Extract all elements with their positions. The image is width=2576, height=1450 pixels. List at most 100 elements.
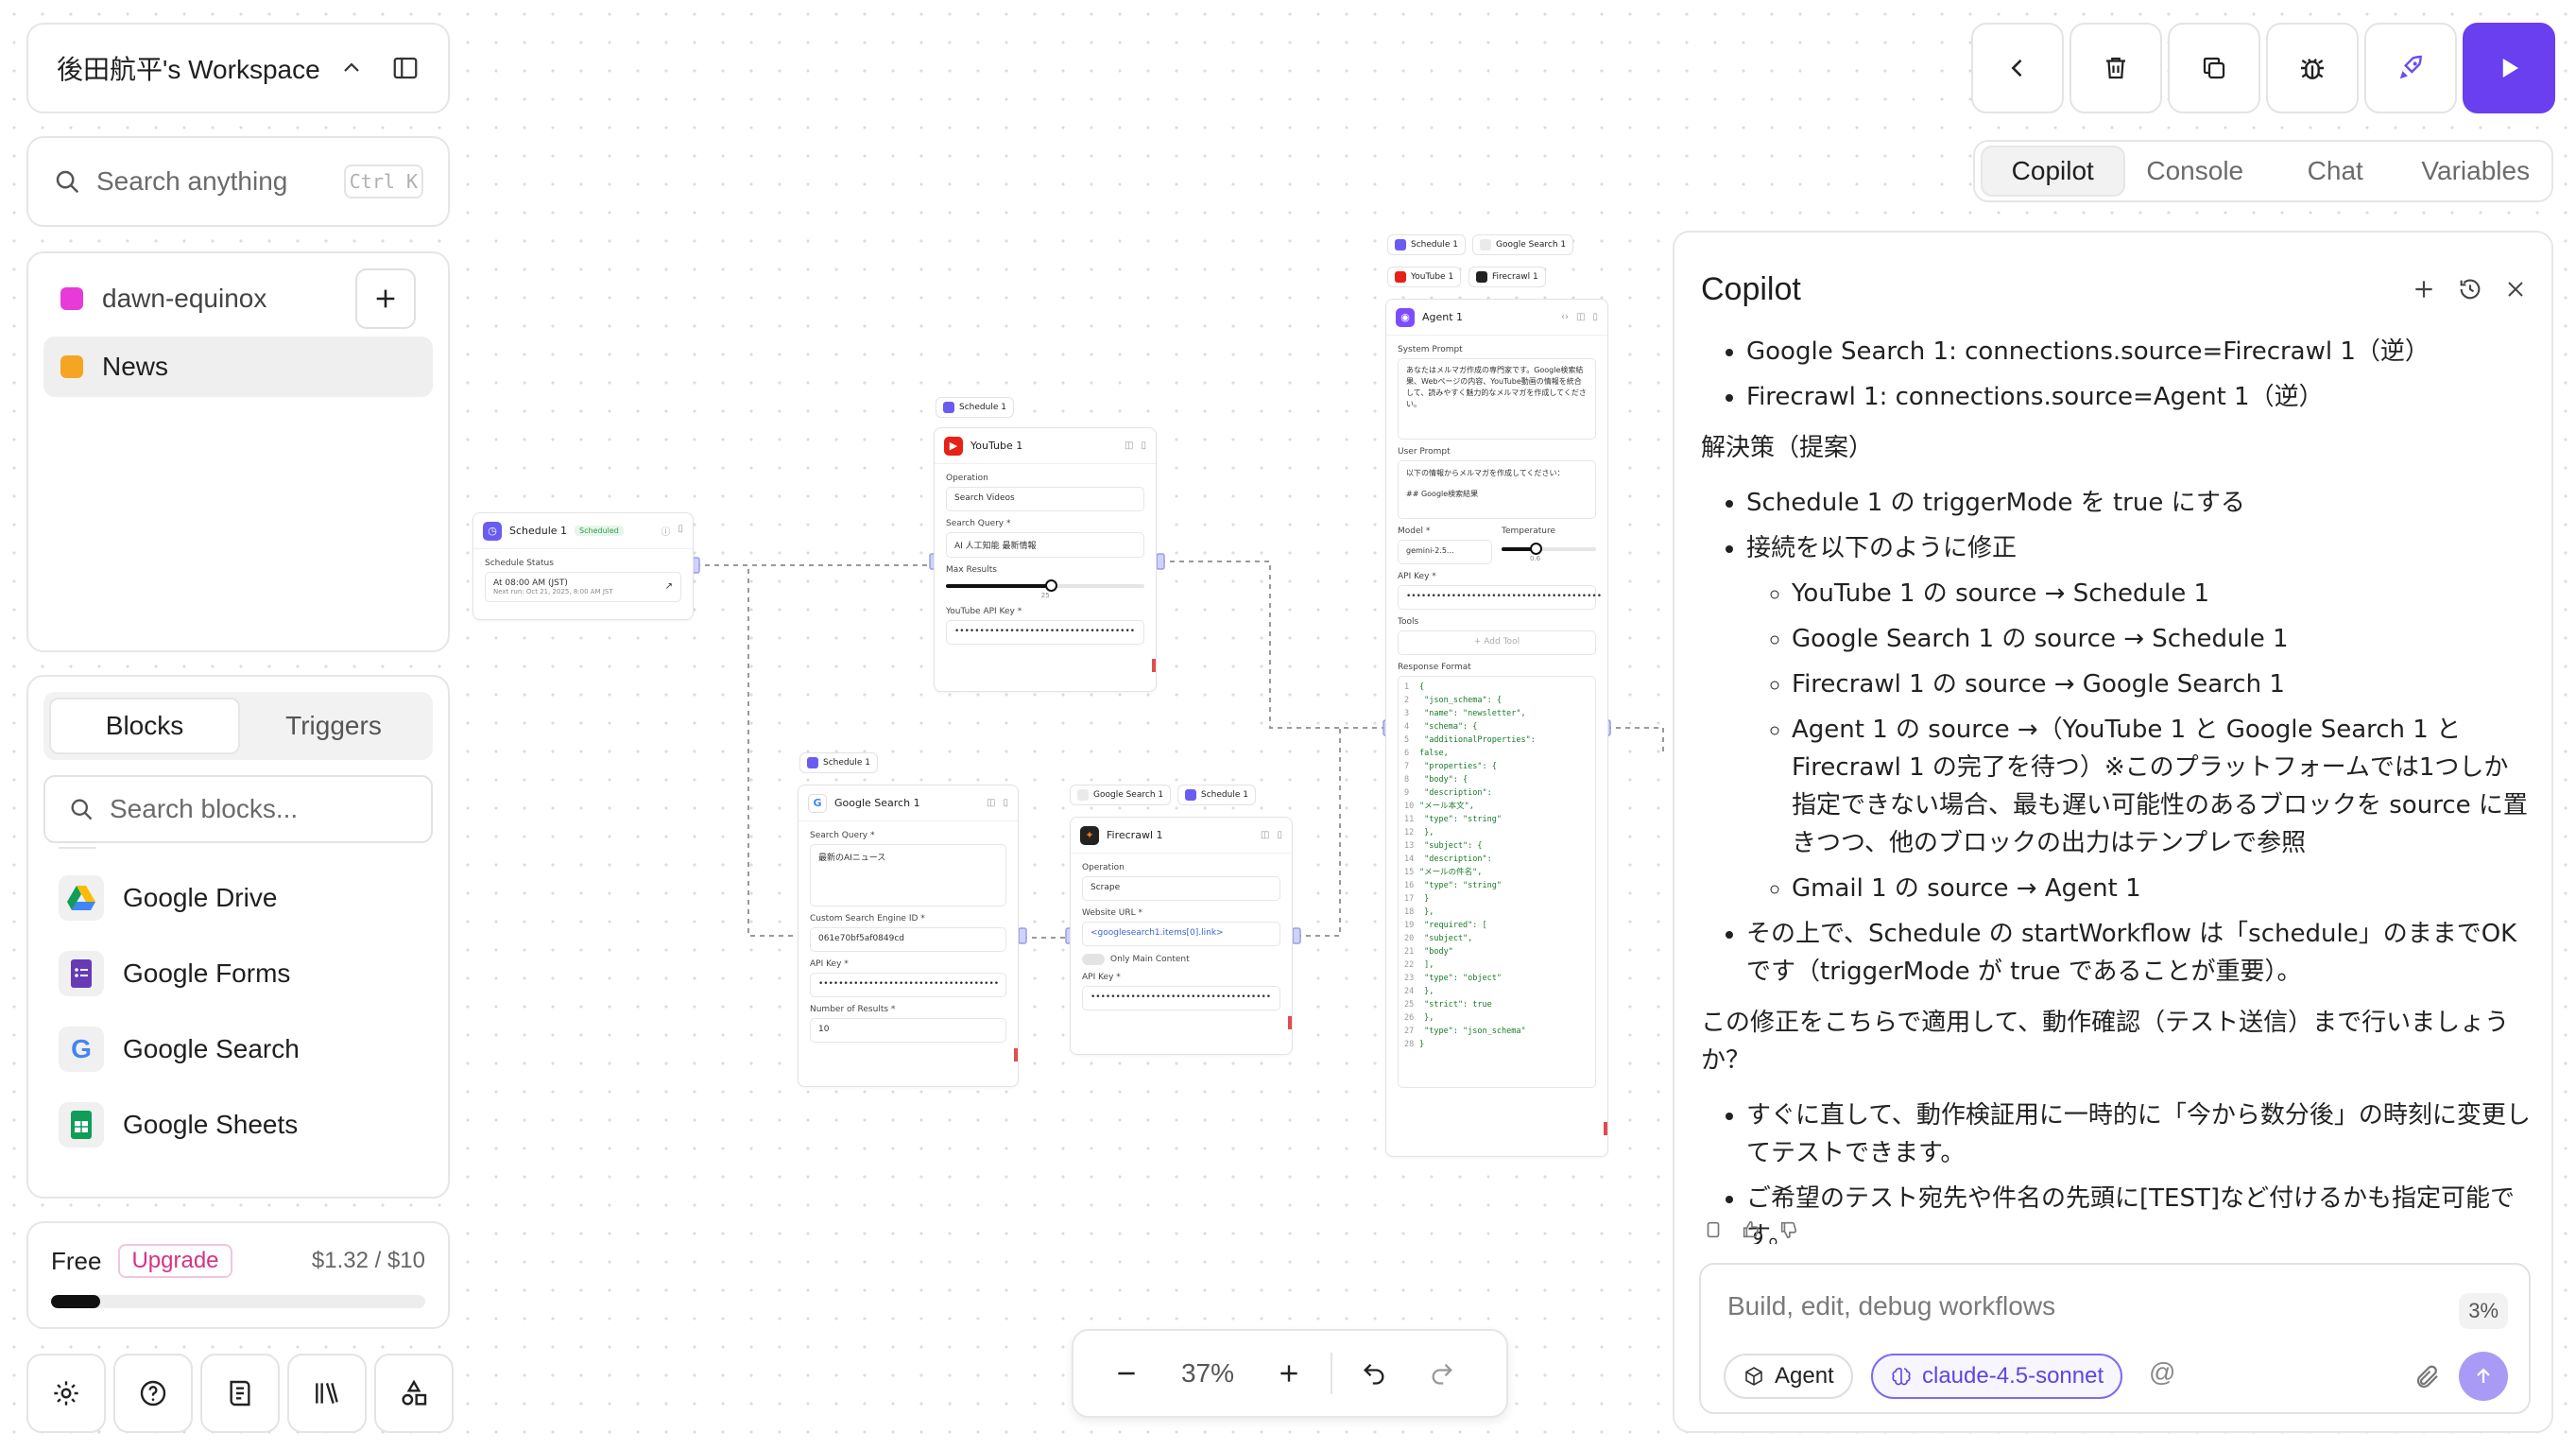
undo-button[interactable] (1340, 1360, 1408, 1387)
add-tool-button[interactable]: + Add Tool (1398, 630, 1596, 655)
deploy-button[interactable] (2364, 23, 2457, 113)
run-button[interactable] (2463, 23, 2555, 113)
temperature-slider[interactable]: 0.6 (1502, 540, 1596, 564)
schedule-status[interactable]: At 08:00 AM (JST) Next run: Oct 21, 2025… (485, 572, 681, 602)
toggle-icon[interactable]: ◫ (987, 798, 995, 808)
mode-selector[interactable]: Agent (1724, 1354, 1853, 1399)
back-button[interactable] (1971, 23, 2064, 113)
toggle-icon[interactable]: ◫ (1261, 830, 1269, 840)
field-label: API Key * (1398, 572, 1436, 581)
search-icon (71, 799, 93, 820)
node-title: Firecrawl 1 (1107, 829, 1163, 841)
workflow-item-news[interactable]: News (43, 337, 433, 397)
delete-button[interactable] (2069, 23, 2162, 113)
toggle-icon[interactable]: ◫ (1576, 312, 1585, 322)
thumbs-down-icon[interactable] (1778, 1219, 1799, 1240)
search-query-input[interactable]: 最新のAIニュース (810, 844, 1006, 906)
zoom-in-button[interactable] (1255, 1361, 1323, 1386)
copy-icon[interactable] (1703, 1219, 1724, 1240)
node-google-search[interactable]: G Google Search 1 ◫ ▯ Search Query * 最新のA… (798, 785, 1019, 1087)
search-query-input[interactable]: AI 人工知能 最新情報 (946, 532, 1144, 558)
chevron-up-icon[interactable] (340, 57, 363, 79)
node-firecrawl[interactable]: ✦ Firecrawl 1 ◫ ▯ Operation Scrape Websit… (1070, 817, 1293, 1055)
shapes-button[interactable] (374, 1354, 454, 1433)
debug-button[interactable] (2266, 23, 2359, 113)
toggle-label: Only Main Content (1110, 955, 1190, 964)
model-select[interactable]: gemini-2.5... (1398, 540, 1492, 564)
system-prompt-input[interactable]: あなたはメルマガ作成の専門家です。Google検索結果、Webページの内容、Yo… (1398, 358, 1596, 440)
api-key-input[interactable]: •••••••••••••••••••••••••••••••••••• (810, 973, 1006, 997)
redo-button[interactable] (1408, 1360, 1476, 1387)
zoom-out-button[interactable] (1092, 1361, 1160, 1386)
info-icon[interactable]: ⓘ (661, 524, 670, 538)
message-bullet: YouTube 1 の source → Schedule 1 (1792, 575, 2533, 613)
code-line: 4 "schema": { (1404, 722, 1478, 732)
model-label: claude-4.5-sonnet (1922, 1363, 2104, 1389)
source-tag: Google Search 1 (1472, 234, 1574, 255)
delete-icon[interactable]: ▯ (1141, 440, 1146, 451)
history-icon[interactable] (2457, 276, 2483, 302)
delete-icon[interactable]: ▯ (678, 524, 683, 538)
close-icon[interactable] (2504, 278, 2527, 301)
max-results-slider[interactable]: 25 (946, 578, 1144, 599)
message-bullet: Google Search 1: connections.source=Fire… (1746, 333, 2533, 371)
mention-icon[interactable]: @ (2149, 1357, 2175, 1388)
num-results-input[interactable]: 10 (810, 1018, 1006, 1043)
tab-copilot[interactable]: Copilot (1981, 146, 2125, 197)
model-selector[interactable]: claude-4.5-sonnet (1871, 1354, 2123, 1399)
only-main-toggle[interactable] (1082, 954, 1105, 965)
sidebar-toggle-icon[interactable] (391, 54, 420, 82)
help-button[interactable] (113, 1354, 193, 1433)
code-icon[interactable]: ‹› (1561, 312, 1569, 322)
bug-icon (2301, 58, 2324, 79)
delete-icon[interactable]: ▯ (1003, 798, 1008, 808)
tab-variables[interactable]: Variables (2406, 146, 2547, 197)
api-key-input[interactable]: •••••••••••••••••••••••••••••••••••• (1082, 986, 1280, 1010)
node-agent[interactable]: ◉ Agent 1 ‹› ◫ ▯ System Prompt あなたはメルマガ作成の… (1385, 299, 1608, 1157)
delete-icon[interactable]: ▯ (1592, 312, 1598, 322)
operation-select[interactable]: Search Videos (946, 487, 1144, 511)
code-line: 7 "properties": { (1404, 762, 1497, 771)
block-item-google-forms[interactable]: Google Forms (43, 936, 433, 1011)
block-item-google-drive[interactable]: Google Drive (43, 860, 433, 936)
settings-button[interactable] (26, 1354, 106, 1433)
tab-console[interactable]: Console (2125, 146, 2266, 197)
tab-triggers[interactable]: Triggers (240, 698, 427, 754)
api-key-input[interactable]: •••••••••••••••••••••••••••••••••••• (946, 620, 1144, 645)
cse-id-input[interactable]: 061e70bf5af0849cd (810, 927, 1006, 952)
attachment-icon[interactable] (2413, 1363, 2442, 1391)
workspace-switcher[interactable]: 後田航平's Workspace (26, 23, 450, 113)
node-youtube[interactable]: ▶ YouTube 1 ◫ ▯ Operation Search Videos S… (934, 427, 1157, 692)
website-url-input[interactable]: <googlesearch1.items[0].link> (1082, 922, 1280, 946)
trash-icon (2106, 57, 2125, 79)
global-search[interactable]: Search anything Ctrl K (26, 136, 450, 227)
plus-icon[interactable] (2412, 277, 2436, 302)
user-prompt-input[interactable]: 以下の情報からメルマガを作成してください： ## Google検索結果 (1398, 460, 1596, 519)
response-format-editor[interactable]: 1{2 "json_schema": {3 "name": "newslette… (1398, 676, 1596, 1088)
thumbs-up-icon[interactable] (1741, 1219, 1761, 1240)
duplicate-button[interactable] (2168, 23, 2260, 113)
tab-chat[interactable]: Chat (2265, 146, 2406, 197)
toggle-icon[interactable]: ◫ (1125, 440, 1133, 451)
blocks-search-input[interactable]: Search blocks... (43, 775, 433, 843)
delete-icon[interactable]: ▯ (1277, 830, 1282, 840)
message-feedback (1703, 1219, 1799, 1240)
block-item-google-sheets[interactable]: Google Sheets (43, 1087, 433, 1163)
code-line: 17 } (1404, 894, 1430, 904)
clock-icon: ◷ (483, 521, 502, 541)
external-link-icon[interactable]: ↗ (665, 581, 673, 592)
schedule-tag-icon (943, 402, 954, 413)
block-item-google-search[interactable]: G Google Search (43, 1011, 433, 1087)
tab-blocks[interactable]: Blocks (49, 698, 240, 754)
node-schedule[interactable]: ◷ Schedule 1 Scheduled ⓘ ▯ Schedule Statu… (472, 512, 694, 620)
api-key-input[interactable]: ••••••••••••••••••••••••••••••••••••••• (1398, 585, 1602, 610)
add-workflow-button[interactable] (355, 268, 416, 329)
code-line: 22 ], (1404, 960, 1434, 970)
upgrade-button[interactable]: Upgrade (118, 1244, 232, 1278)
send-button[interactable] (2459, 1352, 2508, 1401)
copilot-input[interactable]: Build, edit, debug workflows 3% Agent cl… (1699, 1263, 2531, 1414)
operation-select[interactable]: Scrape (1082, 876, 1280, 901)
templates-button[interactable] (200, 1354, 280, 1433)
library-button[interactable] (287, 1354, 367, 1433)
workflow-item-dawn-equinox[interactable]: dawn-equinox (43, 268, 433, 329)
